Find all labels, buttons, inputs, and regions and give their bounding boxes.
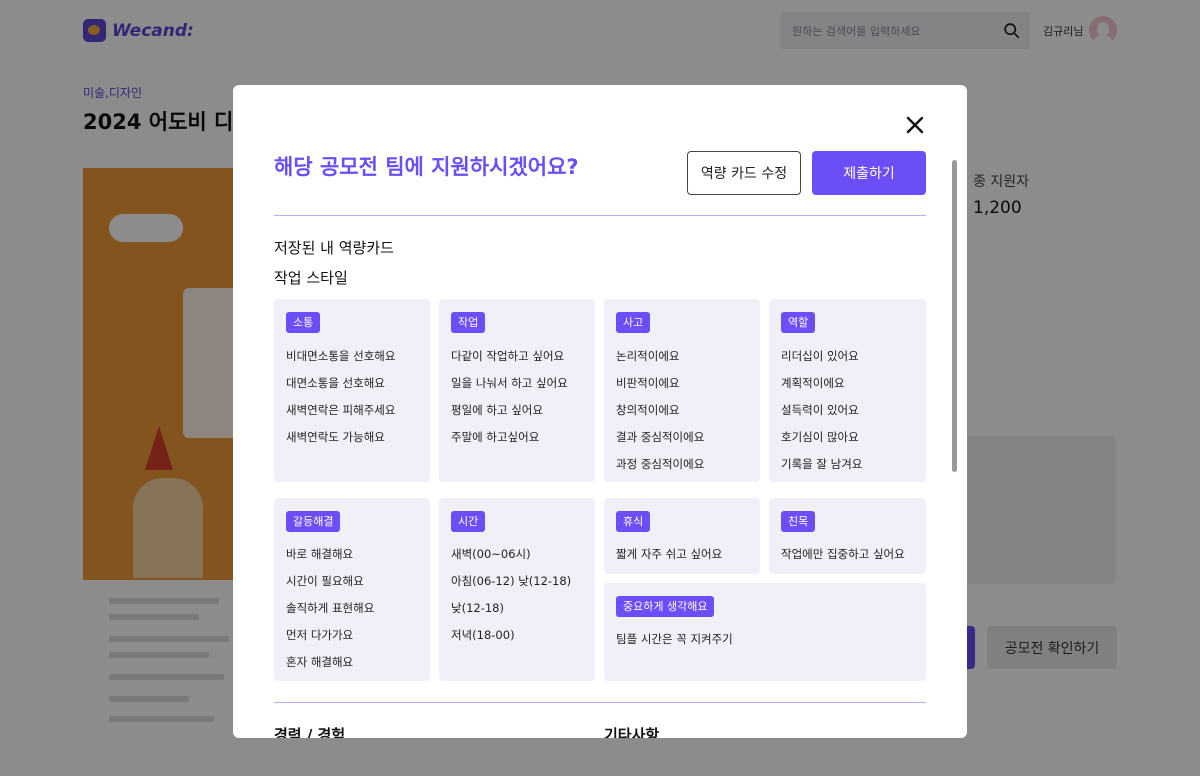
card-item: 다같이 작업하고 싶어요	[451, 349, 565, 363]
card-tag: 갈등해결	[286, 511, 341, 532]
card-item: 저녁(18-00)	[451, 628, 515, 642]
close-button[interactable]	[901, 111, 929, 139]
card-social: 친목 작업에만 집중하고 싶어요	[769, 498, 926, 574]
saved-cards-title: 저장된 내 역량카드	[274, 239, 394, 257]
card-item: 비판적이에요	[616, 376, 680, 390]
card-item: 대면소통을 선호해요	[286, 376, 385, 390]
card-rest: 휴식 짧게 자주 쉬고 싶어요	[604, 498, 760, 574]
experience-title: 경력 / 경험	[274, 726, 346, 738]
edit-card-button[interactable]: 역량 카드 수정	[687, 151, 801, 195]
card-item: 솔직하게 표현해요	[286, 601, 375, 615]
card-item: 시간이 필요해요	[286, 574, 364, 588]
card-item: 계획적이에요	[781, 376, 845, 390]
card-item: 아침(06-12) 낮(12-18)	[451, 574, 572, 588]
card-item: 기록을 잘 남겨요	[781, 457, 863, 471]
card-item: 일을 나눠서 하고 싶어요	[451, 376, 568, 390]
card-tag: 휴식	[616, 511, 651, 532]
card-tag: 역할	[781, 312, 816, 333]
card-item: 먼저 다가가요	[286, 628, 354, 642]
close-icon	[906, 116, 924, 134]
divider	[274, 702, 926, 703]
etc-title: 기타사항	[604, 726, 660, 738]
card-item: 평일에 하고 싶어요	[451, 403, 543, 417]
card-item: 호기심이 많아요	[781, 430, 859, 444]
card-item: 과정 중심적이에요	[616, 457, 705, 471]
card-item: 작업에만 집중하고 싶어요	[781, 547, 905, 561]
scrollbar[interactable]	[952, 160, 957, 472]
card-item: 팀플 시간은 꼭 지켜주기	[616, 632, 733, 646]
card-item: 바로 해결해요	[286, 547, 354, 561]
card-communication: 소통 비대면소통을 선호해요 대면소통을 선호해요 새벽연락은 피해주세요 새벽…	[274, 299, 430, 482]
card-item: 창의적이에요	[616, 403, 680, 417]
card-tag: 사고	[616, 312, 651, 333]
card-priority: 중요하게 생각해요 팀플 시간은 꼭 지켜주기	[604, 583, 926, 681]
card-item: 짧게 자주 쉬고 싶어요	[616, 547, 723, 561]
card-item: 리더십이 있어요	[781, 349, 859, 363]
card-conflict: 갈등해결 바로 해결해요 시간이 필요해요 솔직하게 표현해요 먼저 다가가요 …	[274, 498, 430, 681]
card-work: 작업 다같이 작업하고 싶어요 일을 나눠서 하고 싶어요 평일에 하고 싶어요…	[439, 299, 595, 482]
card-item: 주말에 하고싶어요	[451, 430, 540, 444]
card-tag: 중요하게 생각해요	[616, 596, 715, 617]
divider	[274, 215, 926, 216]
card-item: 낮(12-18)	[451, 601, 504, 615]
submit-button[interactable]: 제출하기	[812, 151, 926, 195]
card-tag: 소통	[286, 312, 321, 333]
card-item: 논리적이에요	[616, 349, 680, 363]
card-thinking: 사고 논리적이에요 비판적이에요 창의적이에요 결과 중심적이에요 과정 중심적…	[604, 299, 760, 482]
modal-title: 해당 공모전 팀에 지원하시겠어요?	[274, 155, 579, 179]
work-style-title: 작업 스타일	[274, 269, 348, 287]
card-item: 비대면소통을 선호해요	[286, 349, 396, 363]
card-item: 혼자 해결해요	[286, 655, 354, 669]
card-item: 새벽(00~06시)	[451, 547, 531, 561]
card-item: 결과 중심적이에요	[616, 430, 705, 444]
card-item: 새벽연락도 가능해요	[286, 430, 385, 444]
card-item: 새벽연락은 피해주세요	[286, 403, 396, 417]
card-time: 시간 새벽(00~06시) 아침(06-12) 낮(12-18) 낮(12-18…	[439, 498, 595, 681]
apply-modal: 해당 공모전 팀에 지원하시겠어요? 역량 카드 수정 제출하기 저장된 내 역…	[233, 85, 967, 738]
card-role: 역할 리더십이 있어요 계획적이에요 설득력이 있어요 호기심이 많아요 기록을…	[769, 299, 926, 482]
card-tag: 시간	[451, 511, 486, 532]
card-tag: 친목	[781, 511, 816, 532]
card-item: 설득력이 있어요	[781, 403, 859, 417]
card-tag: 작업	[451, 312, 486, 333]
